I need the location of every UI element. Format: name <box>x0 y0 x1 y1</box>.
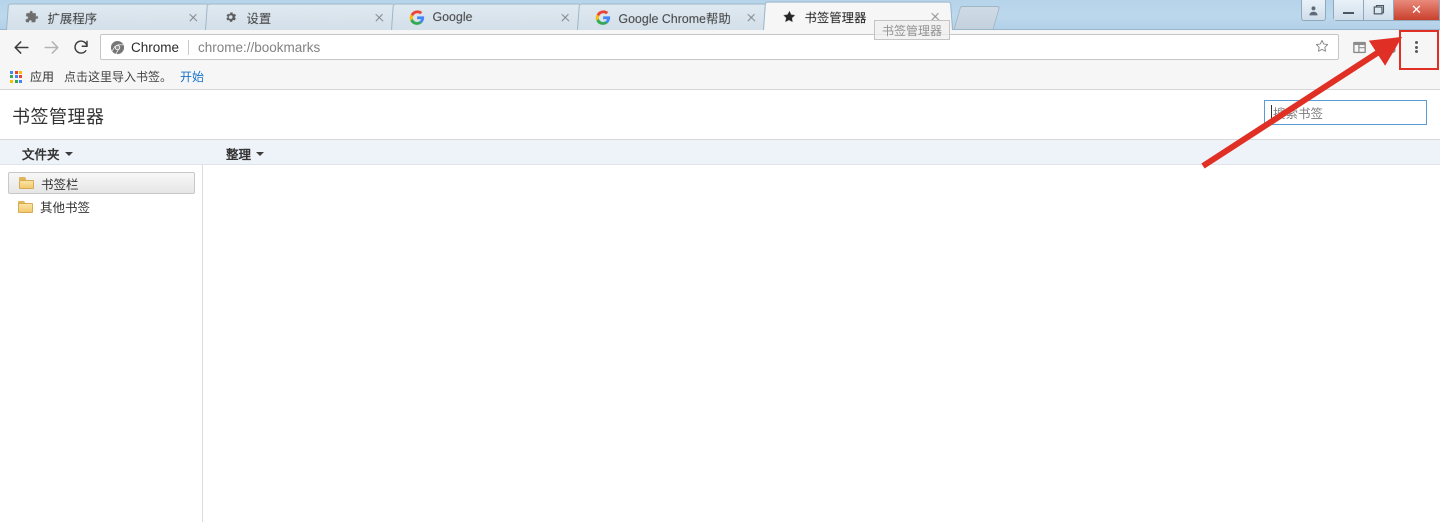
folders-menu-label: 文件夹 <box>22 148 60 162</box>
tab-list: 扩展程序 设置 Google Google Chrome帮助 书签管理器 <box>6 0 1001 30</box>
chrome-icon <box>110 40 125 55</box>
omnibox-url: chrome://bookmarks <box>198 39 321 55</box>
text-caret <box>1271 105 1272 120</box>
address-bar[interactable]: Chrome chrome://bookmarks <box>100 34 1339 60</box>
tab-chrome-help[interactable]: Google Chrome帮助 <box>577 3 769 30</box>
close-icon[interactable] <box>183 7 204 27</box>
profile-icon[interactable] <box>1301 0 1326 21</box>
tab-google[interactable]: Google <box>391 3 583 30</box>
sidebar-item-bookmarks-bar[interactable]: 书签栏 <box>8 172 195 194</box>
organize-menu-label: 整理 <box>226 148 252 162</box>
folders-menu-button[interactable]: 文件夹 <box>18 143 77 164</box>
search-bookmarks-input[interactable]: 搜索书签 <box>1264 100 1427 125</box>
menu-dot <box>1414 45 1418 49</box>
google-g-icon <box>594 9 611 25</box>
folder-icon <box>19 177 34 189</box>
import-bookmarks-link[interactable]: 开始 <box>180 68 204 85</box>
tab-title: 设置 <box>246 11 272 26</box>
minimize-button[interactable] <box>1334 0 1364 20</box>
folder-icon <box>18 200 33 213</box>
chrome-menu-button[interactable] <box>1401 32 1431 62</box>
window-buttons: ✕ <box>1333 0 1440 21</box>
puzzle-icon <box>23 9 40 25</box>
search-placeholder: 搜索书签 <box>1273 107 1324 121</box>
tab-settings[interactable]: 设置 <box>205 3 397 30</box>
menu-dot <box>1414 40 1418 44</box>
close-icon[interactable] <box>555 7 576 27</box>
menu-dot <box>1414 50 1418 54</box>
back-button[interactable] <box>6 32 36 62</box>
bookmark-manager-header: 书签管理器 搜索书签 <box>0 91 1440 140</box>
close-icon[interactable] <box>369 7 390 27</box>
sidebar-item-label: 书签栏 <box>41 177 79 192</box>
bookmark-list-pane[interactable] <box>204 165 1440 522</box>
bookmark-manager-subtoolbar: 文件夹 整理 <box>0 140 1440 165</box>
import-bookmarks-hint: 点击这里导入书签。 <box>64 70 173 84</box>
tab-title: Google <box>432 10 473 25</box>
sidebar-item-other-bookmarks[interactable]: 其他书签 <box>8 196 195 217</box>
omnibox-separator <box>188 39 190 55</box>
browser-toolbar: Chrome chrome://bookmarks <box>0 30 1440 64</box>
organize-menu-button[interactable]: 整理 <box>222 143 268 164</box>
bookmark-side-panel-icon[interactable] <box>1345 33 1373 61</box>
close-icon[interactable] <box>741 7 762 27</box>
google-g-icon <box>408 9 425 25</box>
chevron-down-icon <box>64 151 73 156</box>
reload-button[interactable] <box>66 32 96 62</box>
close-icon: ✕ <box>1411 2 1422 17</box>
close-button[interactable]: ✕ <box>1394 0 1439 20</box>
forward-button[interactable] <box>36 32 66 62</box>
tab-tooltip: 书签管理器 <box>874 20 950 40</box>
sidebar-item-label: 其他书签 <box>40 201 91 215</box>
new-tab-button[interactable] <box>953 6 1001 29</box>
cloud-icon[interactable] <box>1373 33 1401 61</box>
folder-tree-sidebar: 书签栏 其他书签 <box>0 165 203 522</box>
apps-label[interactable]: 应用 <box>30 68 54 85</box>
omnibox-scheme-label: Chrome <box>131 39 180 55</box>
tab-title: Google Chrome帮助 <box>618 11 732 26</box>
chevron-down-icon <box>256 151 265 156</box>
star-icon <box>780 8 797 24</box>
page-title: 书签管理器 <box>12 107 105 127</box>
tab-extensions[interactable]: 扩展程序 <box>6 3 211 30</box>
bookmark-manager-main: 书签栏 其他书签 <box>0 165 1440 522</box>
bookmarks-bar: 应用 点击这里导入书签。 开始 <box>0 64 1440 90</box>
restore-button[interactable] <box>1364 0 1394 20</box>
apps-grid-icon[interactable] <box>10 70 22 83</box>
tab-title: 扩展程序 <box>47 11 98 26</box>
bookmark-star-icon[interactable] <box>1314 38 1330 57</box>
tab-strip: 扩展程序 设置 Google Google Chrome帮助 书签管理器 书签管… <box>0 0 1440 40</box>
window-controls: ✕ <box>1301 0 1440 24</box>
gear-icon <box>222 9 239 25</box>
